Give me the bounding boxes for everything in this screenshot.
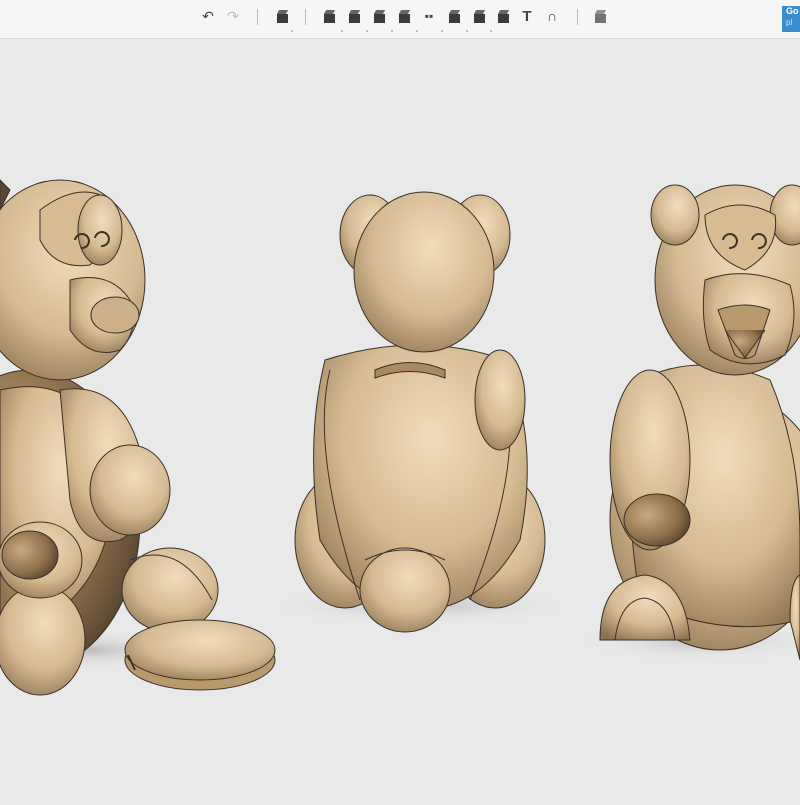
teddy-bear-front-right[interactable] xyxy=(599,184,800,661)
snap-icon[interactable]: ∩ xyxy=(543,6,561,26)
dropdown-dot xyxy=(391,30,393,32)
teddy-bear-back[interactable] xyxy=(294,191,546,633)
get-button[interactable]: Go pl xyxy=(782,6,800,32)
coin-slot-cap[interactable] xyxy=(124,619,276,691)
teddy-bear-front-left[interactable] xyxy=(0,179,219,696)
primitive-icon[interactable] xyxy=(320,6,338,26)
scene-canvas xyxy=(0,179,800,696)
measure-icon[interactable] xyxy=(494,6,512,26)
sketch-icon[interactable] xyxy=(345,6,363,26)
text-icon[interactable]: T xyxy=(518,6,536,26)
toolbar: ↶ ↷ ▪▪ T ∩ Go pl xyxy=(0,0,800,39)
material-icon[interactable] xyxy=(591,6,609,26)
toolbar-divider xyxy=(305,9,306,25)
toolbar-divider xyxy=(257,9,258,25)
undo-icon[interactable]: ↶ xyxy=(199,6,217,26)
get-button-label: Go xyxy=(786,6,799,16)
dropdown-dot xyxy=(441,30,443,32)
modify-icon[interactable] xyxy=(395,6,413,26)
toolbar-divider xyxy=(577,9,578,25)
pattern-icon[interactable]: ▪▪ xyxy=(420,6,438,26)
dropdown-dot xyxy=(341,30,343,32)
new-body-icon[interactable] xyxy=(273,6,291,26)
dropdown-dot xyxy=(416,30,418,32)
3d-viewport[interactable] xyxy=(0,39,800,800)
dropdown-dot xyxy=(291,30,293,32)
grouping-icon[interactable] xyxy=(445,6,463,26)
get-button-sub: pl xyxy=(786,18,793,27)
combine-icon[interactable] xyxy=(470,6,488,26)
dropdown-dot xyxy=(490,30,492,32)
redo-icon[interactable]: ↷ xyxy=(224,6,242,26)
construct-icon[interactable] xyxy=(370,6,388,26)
dropdown-dot xyxy=(466,30,468,32)
dropdown-dot xyxy=(366,30,368,32)
